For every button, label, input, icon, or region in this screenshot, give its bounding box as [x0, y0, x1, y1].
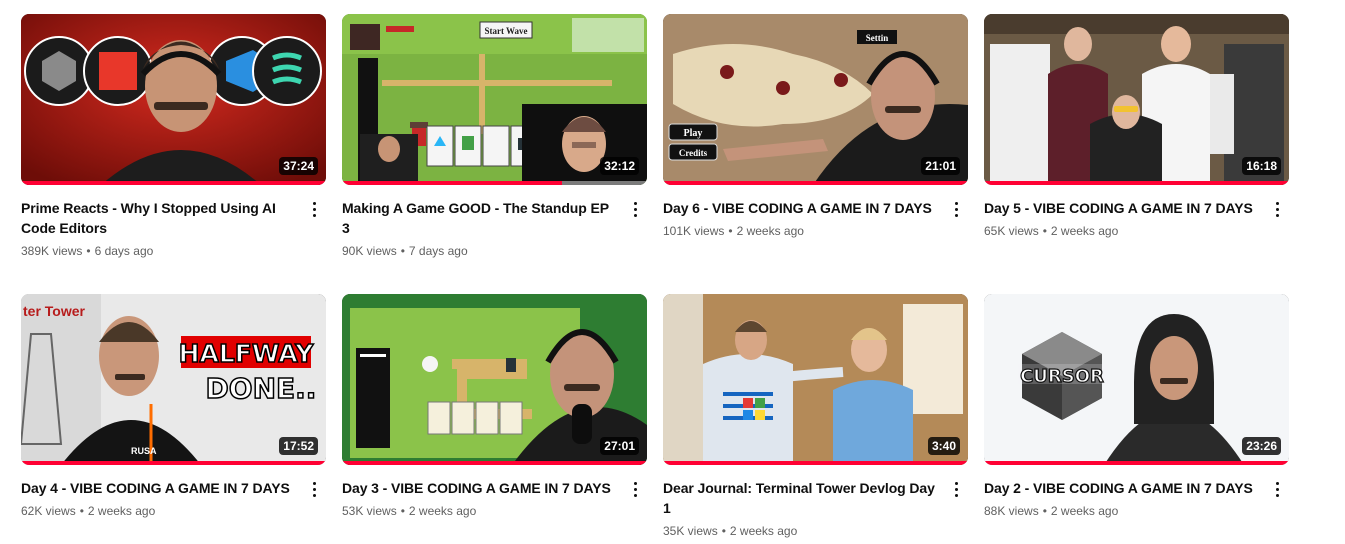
thumbnail-art — [663, 294, 968, 465]
video-stats: 389K views • 6 days ago — [21, 244, 296, 258]
more-vert-icon[interactable] — [623, 197, 647, 221]
thumb-text-cursor: CURSOR — [1020, 366, 1104, 387]
separator-dot: • — [721, 524, 726, 538]
duration-badge: 23:26 — [1242, 437, 1281, 455]
thumb-text-rusa: RUSA — [131, 446, 157, 456]
video-row: ter Tower RUSA HALFWAY DONE.. 17:52 Day … — [21, 294, 1289, 544]
upload-age: 7 days ago — [408, 244, 468, 258]
view-count: 35K views — [663, 524, 718, 538]
more-vert-icon[interactable] — [944, 197, 968, 221]
view-count: 90K views — [342, 244, 397, 258]
view-count: 65K views — [984, 224, 1039, 238]
duration-badge: 27:01 — [600, 437, 639, 455]
separator-dot: • — [400, 504, 405, 518]
upload-age: 2 weeks ago — [736, 224, 804, 238]
upload-age: 2 weeks ago — [1050, 224, 1119, 238]
view-count: 101K views — [663, 224, 725, 238]
thumb-text-ter-tower: ter Tower — [23, 303, 86, 319]
video-card[interactable]: 3:40 Dear Journal: Terminal Tower Devlog… — [663, 294, 968, 538]
video-thumbnail[interactable]: CURSOR 23:26 — [984, 294, 1289, 465]
duration-badge: 21:01 — [921, 157, 960, 175]
thumb-text-credits: Credits — [679, 148, 708, 158]
view-count: 62K views — [21, 504, 76, 518]
video-title[interactable]: Dear Journal: Terminal Tower Devlog Day … — [663, 478, 938, 518]
video-stats: 53K views • 2 weeks ago — [342, 504, 617, 518]
separator-dot: • — [400, 244, 405, 258]
video-title[interactable]: Making A Game GOOD - The Standup EP 3 — [342, 198, 617, 238]
separator-dot: • — [79, 504, 84, 518]
video-thumbnail[interactable]: 16:18 — [984, 14, 1289, 185]
video-title[interactable]: Day 6 - VIBE CODING A GAME IN 7 DAYS — [663, 198, 938, 218]
video-thumbnail[interactable]: Play Credits Settin 21:01 — [663, 14, 968, 185]
video-stats: 90K views • 7 days ago — [342, 244, 617, 258]
more-vert-icon[interactable] — [1265, 197, 1289, 221]
more-vert-icon[interactable] — [302, 197, 326, 221]
more-vert-icon[interactable] — [302, 477, 326, 501]
upload-age: 2 weeks ago — [1050, 504, 1119, 518]
view-count: 389K views — [21, 244, 83, 258]
upload-age: 2 weeks ago — [408, 504, 477, 518]
more-vert-icon[interactable] — [1265, 477, 1289, 501]
thumb-text-halfway: HALFWAY — [179, 339, 315, 368]
separator-dot: • — [728, 224, 733, 238]
video-card[interactable]: 27:01 Day 3 - VIBE CODING A GAME IN 7 DA… — [342, 294, 647, 518]
separator-dot: • — [1042, 504, 1047, 518]
video-title[interactable]: Prime Reacts - Why I Stopped Using AI Co… — [21, 198, 296, 238]
more-vert-icon[interactable] — [623, 477, 647, 501]
video-stats: 101K views • 2 weeks ago — [663, 224, 938, 238]
video-title[interactable]: Day 3 - VIBE CODING A GAME IN 7 DAYS — [342, 478, 617, 498]
video-thumbnail[interactable]: ter Tower RUSA HALFWAY DONE.. 17:52 — [21, 294, 326, 465]
video-card[interactable]: ter Tower RUSA HALFWAY DONE.. 17:52 Day … — [21, 294, 326, 518]
duration-badge: 32:12 — [600, 157, 639, 175]
video-row: 37:24 Prime Reacts - Why I Stopped Using… — [21, 14, 1289, 264]
video-thumbnail[interactable]: Start Wave 32:12 — [342, 14, 647, 185]
upload-age: 2 weeks ago — [87, 504, 156, 518]
video-stats: 65K views • 2 weeks ago — [984, 224, 1259, 238]
video-title[interactable]: Day 5 - VIBE CODING A GAME IN 7 DAYS — [984, 198, 1259, 218]
upload-age: 6 days ago — [94, 244, 154, 258]
thumb-text-play: Play — [684, 128, 703, 139]
duration-badge: 37:24 — [279, 157, 318, 175]
thumb-text-done: DONE.. — [206, 372, 317, 405]
view-count: 53K views — [342, 504, 397, 518]
video-card[interactable]: Play Credits Settin 21:01 Day 6 - VIBE C… — [663, 14, 968, 238]
video-title[interactable]: Day 4 - VIBE CODING A GAME IN 7 DAYS — [21, 478, 296, 498]
separator-dot: • — [86, 244, 91, 258]
duration-badge: 16:18 — [1242, 157, 1281, 175]
video-stats: 35K views • 2 weeks ago — [663, 524, 938, 538]
video-thumbnail[interactable]: 37:24 — [21, 14, 326, 185]
duration-badge: 17:52 — [279, 437, 318, 455]
video-card[interactable]: 16:18 Day 5 - VIBE CODING A GAME IN 7 DA… — [984, 14, 1289, 238]
video-stats: 62K views • 2 weeks ago — [21, 504, 296, 518]
video-thumbnail[interactable]: 3:40 — [663, 294, 968, 465]
video-card[interactable]: CURSOR 23:26 Day 2 - VIBE CODING A GAME … — [984, 294, 1289, 518]
video-thumbnail[interactable]: 27:01 — [342, 294, 647, 465]
separator-dot: • — [1042, 224, 1047, 238]
video-stats: 88K views • 2 weeks ago — [984, 504, 1259, 518]
duration-badge: 3:40 — [927, 437, 960, 455]
thumb-text-start-wave: Start Wave — [484, 26, 527, 36]
video-title[interactable]: Day 2 - VIBE CODING A GAME IN 7 DAYS — [984, 478, 1259, 498]
thumb-text-settin: Settin — [866, 33, 889, 43]
upload-age: 2 weeks ago — [729, 524, 798, 538]
video-card[interactable]: Start Wave 32:12 Making A Game GOOD - Th… — [342, 14, 647, 258]
video-card[interactable]: 37:24 Prime Reacts - Why I Stopped Using… — [21, 14, 326, 258]
view-count: 88K views — [984, 504, 1039, 518]
more-vert-icon[interactable] — [944, 477, 968, 501]
